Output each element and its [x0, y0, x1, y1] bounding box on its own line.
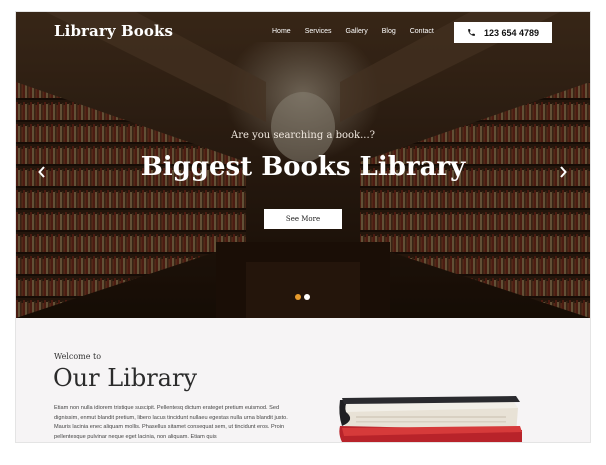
hero-subtitle: Are you searching a book...? [231, 130, 375, 141]
site-logo[interactable]: Library Books [54, 22, 173, 40]
book-stack-image [339, 396, 522, 442]
top-navigation: Library Books Home Services Gallery Blog… [16, 12, 590, 54]
slider-dot-2[interactable] [304, 294, 310, 300]
nav-item-services[interactable]: Services [305, 28, 332, 35]
slider-dots [295, 294, 310, 300]
about-title: Our Library [53, 364, 198, 392]
nav-item-blog[interactable]: Blog [382, 28, 396, 35]
hero-title: Biggest Books Library [140, 152, 466, 182]
phone-button[interactable]: 123 654 4789 [454, 22, 552, 43]
slider-dot-1[interactable] [295, 294, 301, 300]
nav-item-home[interactable]: Home [272, 28, 291, 35]
phone-number: 123 654 4789 [483, 27, 540, 38]
page-frame: Library Books Home Services Gallery Blog… [16, 12, 590, 442]
about-paragraph: Etiam non nulla idiorem tristique suscip… [54, 405, 288, 440]
nav-item-contact[interactable]: Contact [410, 28, 434, 35]
hero-slider: Library Books Home Services Gallery Blog… [16, 12, 590, 318]
phone-icon [468, 29, 475, 36]
nav-menu: Home Services Gallery Blog Contact [272, 28, 448, 35]
welcome-label: Welcome to [54, 352, 102, 361]
about-section: Welcome to Our Library Etiam non nulla i… [16, 318, 590, 442]
nav-item-gallery[interactable]: Gallery [346, 28, 368, 35]
see-more-button[interactable]: See More [264, 209, 342, 229]
